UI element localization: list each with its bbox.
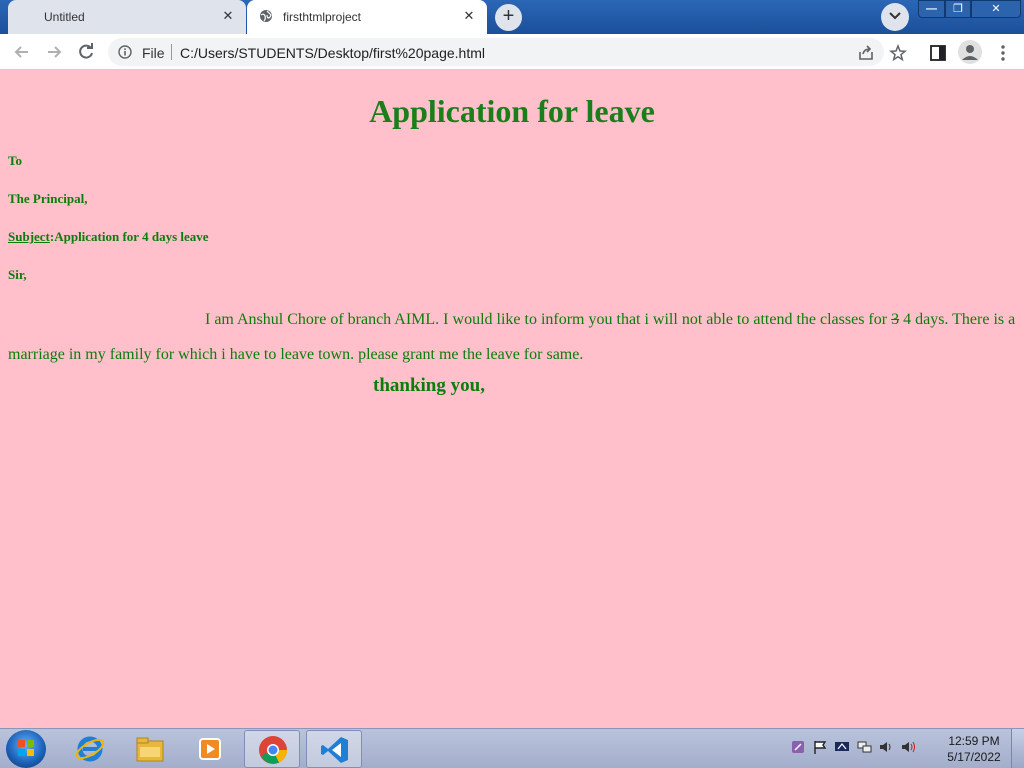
taskbar-media-player[interactable] (182, 730, 238, 768)
profile-icon (962, 45, 978, 60)
side-panel-icon[interactable] (929, 44, 947, 62)
close-window-button[interactable]: ✕ (971, 0, 1021, 18)
tab-title: firsthtmlproject (283, 10, 362, 24)
subject-label: Subject (8, 229, 50, 244)
forward-icon[interactable] (44, 42, 64, 62)
globe-icon (260, 10, 272, 22)
closing-line: thanking you, (373, 375, 485, 396)
body-text-part1: I am Anshul Chore of branch AIML. I woul… (205, 311, 892, 328)
star-icon[interactable] (889, 44, 907, 62)
taskbar-file-explorer[interactable] (122, 730, 178, 768)
url-text[interactable]: C:/Users/STUDENTS/Desktop/first%20page.h… (180, 45, 485, 61)
tab-search-button[interactable] (881, 3, 909, 31)
info-icon[interactable] (118, 45, 132, 59)
page-heading: Application for leave (369, 93, 655, 129)
minimize-button[interactable]: — (918, 0, 945, 18)
internet-explorer-icon (75, 736, 105, 762)
close-tab-icon[interactable]: ✕ (220, 8, 236, 24)
tab-strip: Untitled ✕ firsthtmlproject ✕ + — ❐ ✕ (0, 0, 1024, 34)
vscode-icon (321, 737, 348, 763)
taskbar-chrome[interactable] (244, 730, 300, 768)
taskbar: 12:59 PM 5/17/2022 (0, 728, 1024, 768)
pen-tablet-icon[interactable] (790, 739, 806, 755)
menu-kebab-icon[interactable] (994, 44, 1012, 62)
subject-line: Subject:Application for 4 days leave (8, 229, 209, 245)
taskbar-clock[interactable]: 12:59 PM 5/17/2022 (940, 733, 1008, 765)
to-line: To (8, 153, 22, 168)
new-tab-button[interactable]: + (495, 4, 522, 31)
subject-text: :Application for 4 days leave (49, 229, 209, 244)
browser-toolbar: File C:/Users/STUDENTS/Desktop/first%20p… (0, 34, 1024, 70)
folder-icon (136, 737, 164, 762)
tab-untitled[interactable]: Untitled ✕ (8, 0, 246, 34)
salutation-line: Sir, (8, 267, 27, 282)
divider (171, 44, 172, 60)
tab-firsthtmlproject[interactable]: firsthtmlproject ✕ (247, 0, 487, 34)
windows-logo-icon (18, 740, 34, 756)
system-tray (790, 739, 916, 755)
clock-date: 5/17/2022 (947, 750, 1001, 764)
reload-icon[interactable] (76, 42, 96, 62)
taskbar-internet-explorer[interactable] (62, 730, 118, 768)
display-icon[interactable] (834, 739, 850, 755)
body-struck-text: 3 (891, 311, 900, 328)
address-bar[interactable]: File C:/Users/STUDENTS/Desktop/first%20p… (108, 38, 884, 66)
page-content: Application for leave To The Principal, … (0, 71, 1024, 728)
taskbar-vscode[interactable] (306, 730, 362, 768)
show-desktop-button[interactable] (1011, 729, 1024, 768)
body-paragraph: I am Anshul Chore of branch AIML. I woul… (8, 302, 1020, 372)
profile-avatar[interactable] (958, 40, 982, 64)
back-icon[interactable] (12, 42, 32, 62)
clock-time: 12:59 PM (948, 734, 1000, 748)
start-button[interactable] (6, 730, 46, 768)
media-player-icon (199, 738, 221, 760)
chevron-down-icon (889, 12, 901, 20)
restore-button[interactable]: ❐ (945, 0, 971, 18)
tab-title: Untitled (44, 10, 85, 24)
volume-icon[interactable] (878, 739, 894, 755)
recipient-line: The Principal, (8, 191, 88, 206)
close-tab-icon[interactable]: ✕ (461, 8, 477, 24)
network-icon[interactable] (856, 739, 872, 755)
chrome-icon (259, 736, 287, 764)
speaker-icon[interactable] (900, 739, 916, 755)
scheme-label: File (142, 45, 165, 61)
share-icon[interactable] (857, 44, 875, 62)
flag-icon[interactable] (812, 739, 828, 755)
